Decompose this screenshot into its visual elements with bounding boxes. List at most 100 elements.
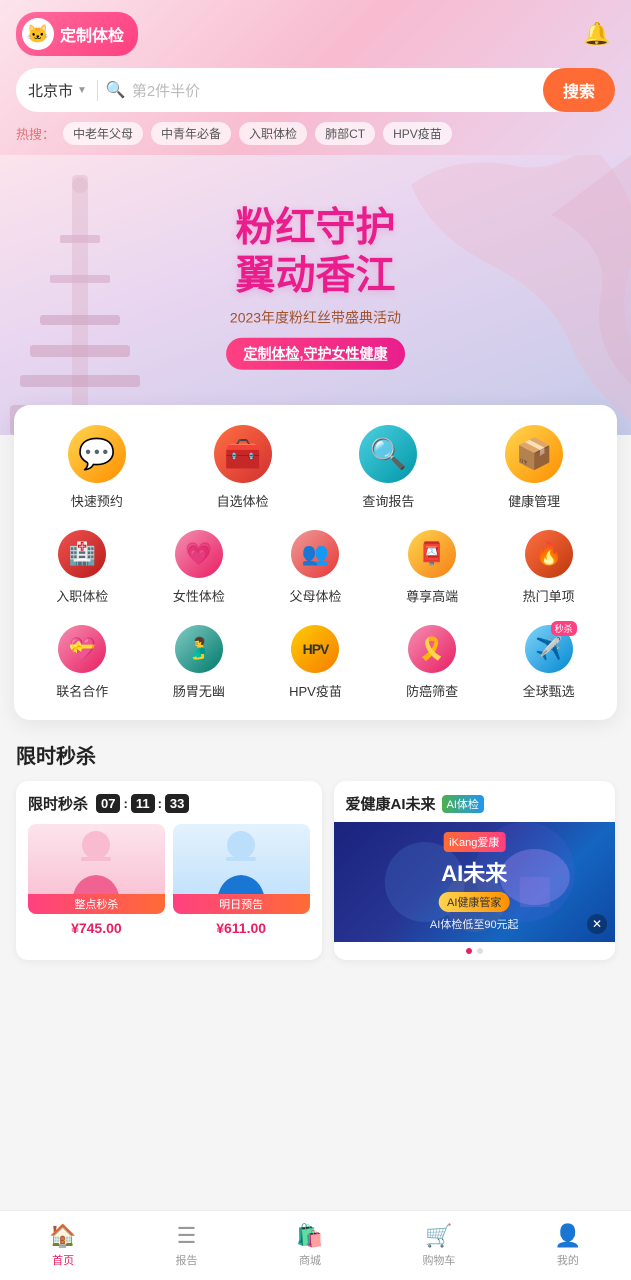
- banner-title-2: 翼动香江: [226, 252, 406, 300]
- stomach-label: 肠胃无幽: [173, 681, 225, 700]
- product-image-female: 整点秒杀: [28, 824, 165, 914]
- query-report-icon: 🔍: [359, 425, 417, 483]
- parents-exam-label: 父母体检: [289, 586, 341, 605]
- partner-label: 联名合作: [56, 681, 108, 700]
- city-selector[interactable]: 北京市 ▼: [28, 80, 98, 101]
- menu-item-global[interactable]: ✈️ 秒杀 全球甄选: [509, 625, 589, 700]
- menu-row-3: 💝 联名合作 🫃 肠胃无幽 HPV HPV疫苗 🎗️ 防癌筛查 ✈️ 秒杀 全球…: [24, 625, 607, 700]
- nav-item-cart[interactable]: 🛒 购物车: [406, 1215, 471, 1276]
- timer-minutes: 11: [131, 794, 155, 813]
- hot-search-label: 热搜：: [16, 124, 55, 143]
- flash-sale-grid: 限时秒杀 07 : 11 : 33 整点秒杀 ¥: [0, 781, 631, 980]
- banner-title-1: 粉红守护: [226, 204, 406, 252]
- timer-seconds: 33: [165, 794, 189, 813]
- nav-home-label: 首页: [52, 1252, 74, 1268]
- search-placeholder: 第2件半价: [132, 80, 200, 101]
- dot-2: [477, 948, 483, 954]
- partner-icon: 💝: [58, 625, 106, 673]
- ai-badge: AI体检: [442, 795, 484, 813]
- quick-book-label: 快速预约: [71, 491, 123, 510]
- product-item-male[interactable]: 明日预告 ¥611.00: [173, 824, 310, 936]
- health-mgmt-label: 健康管理: [508, 491, 560, 510]
- product-price-female: ¥745.00: [28, 920, 165, 936]
- tower-decoration: [0, 175, 160, 435]
- parents-exam-icon: 👥: [291, 530, 339, 578]
- stomach-icon: 🫃: [175, 625, 223, 673]
- global-icon: ✈️ 秒杀: [525, 625, 573, 673]
- hot-items-icon: 🔥: [525, 530, 573, 578]
- report-icon: ☰: [177, 1223, 197, 1249]
- ai-dots: [334, 942, 616, 960]
- quick-book-icon: 💬: [68, 425, 126, 483]
- ribbon-decoration: [391, 155, 631, 435]
- hot-tag-4[interactable]: HPV疫苗: [383, 122, 452, 145]
- city-name: 北京市: [28, 80, 73, 101]
- ai-card: 爱健康AI未来 AI体检 iKang爱康 AI未来 AI健康管家 AI体检低至9…: [334, 781, 616, 960]
- work-exam-label: 入职体检: [56, 586, 108, 605]
- menu-item-query-report[interactable]: 🔍 查询报告: [348, 425, 428, 510]
- flash-card-header: 限时秒杀 07 : 11 : 33: [28, 793, 310, 814]
- menu-row-main: 💬 快速预约 🧰 自选体检 🔍 查询报告 📦 健康管理: [24, 425, 607, 510]
- product-badge-male: 明日预告: [173, 894, 310, 914]
- work-exam-icon: 🏥: [58, 530, 106, 578]
- logo-text: 定制体检: [60, 22, 124, 46]
- vip-exam-label: 尊享高端: [406, 586, 458, 605]
- global-badge: 秒杀: [551, 621, 577, 636]
- menu-item-work-exam[interactable]: 🏥 入职体检: [42, 530, 122, 605]
- menu-item-partner[interactable]: 💝 联名合作: [42, 625, 122, 700]
- menu-item-hpv[interactable]: HPV HPV疫苗: [275, 625, 355, 700]
- ai-text-overlay: iKang爱康 AI未来 AI健康管家 AI体检低至90元起: [430, 832, 519, 932]
- cancer-icon: 🎗️: [408, 625, 456, 673]
- menu-item-parents-exam[interactable]: 👥 父母体检: [275, 530, 355, 605]
- female-exam-icon: 💗: [175, 530, 223, 578]
- ai-promo: AI体检低至90元起: [430, 916, 519, 932]
- timer-area: 07 : 11 : 33: [96, 794, 189, 813]
- header-top: 🐱 定制体检 🔔: [16, 12, 615, 56]
- menu-item-cancer[interactable]: 🎗️ 防癌筛查: [392, 625, 472, 700]
- banner: 粉红守护 翼动香江 2023年度粉红丝带盛典活动 定制体检,守护女性健康: [0, 155, 631, 435]
- nav-item-mine[interactable]: 👤 我的: [538, 1215, 597, 1276]
- cancer-label: 防癌筛查: [406, 681, 458, 700]
- hot-tag-2[interactable]: 入职体检: [239, 122, 307, 145]
- product-item-female[interactable]: 整点秒杀 ¥745.00: [28, 824, 165, 936]
- nav-mine-label: 我的: [557, 1252, 579, 1268]
- banner-content: 粉红守护 翼动香江 2023年度粉红丝带盛典活动 定制体检,守护女性健康: [226, 204, 406, 370]
- dot-1: [466, 948, 472, 954]
- product-badge-female: 整点秒杀: [28, 894, 165, 914]
- hot-tag-3[interactable]: 肺部CT: [315, 122, 375, 145]
- search-bar: 北京市 ▼ 🔍 第2件半价 搜索: [16, 68, 615, 112]
- chevron-down-icon: ▼: [77, 85, 87, 96]
- hot-tag-1[interactable]: 中青年必备: [151, 122, 231, 145]
- flash-sale-title: 限时秒杀: [0, 720, 631, 781]
- menu-item-female-exam[interactable]: 💗 女性体检: [159, 530, 239, 605]
- search-icon: 🔍: [106, 80, 126, 100]
- close-button[interactable]: ✕: [587, 914, 607, 934]
- hot-tag-0[interactable]: 中老年父母: [63, 122, 143, 145]
- logo-area[interactable]: 🐱 定制体检: [16, 12, 138, 56]
- menu-item-health-mgmt[interactable]: 📦 健康管理: [494, 425, 574, 510]
- menu-item-stomach[interactable]: 🫃 肠胃无幽: [159, 625, 239, 700]
- nav-item-home[interactable]: 🏠 首页: [33, 1215, 92, 1276]
- menu-item-quick-book[interactable]: 💬 快速预约: [57, 425, 137, 510]
- banner-subtitle: 2023年度粉红丝带盛典活动: [226, 308, 406, 328]
- bell-icon[interactable]: 🔔: [579, 16, 615, 52]
- header: 🐱 定制体检 🔔 北京市 ▼ 🔍 第2件半价 搜索 热搜： 中老年父母 中青年必…: [0, 0, 631, 155]
- custom-exam-icon: 🧰: [214, 425, 272, 483]
- banner-badge[interactable]: 定制体检,守护女性健康: [226, 338, 406, 370]
- hot-items-label: 热门单项: [523, 586, 575, 605]
- product-image-male: 明日预告: [173, 824, 310, 914]
- nav-item-report[interactable]: ☰ 报告: [160, 1215, 214, 1276]
- bottom-nav: 🏠 首页 ☰ 报告 🛍️ 商城 🛒 购物车 👤 我的: [0, 1210, 631, 1280]
- menu-item-custom-exam[interactable]: 🧰 自选体检: [203, 425, 283, 510]
- female-exam-label: 女性体检: [173, 586, 225, 605]
- search-input-area: 🔍 第2件半价: [106, 80, 535, 101]
- timer-sep-2: :: [158, 796, 162, 811]
- menu-row-2: 🏥 入职体检 💗 女性体检 👥 父母体检 📮 尊享高端 🔥 热门单项: [24, 530, 607, 605]
- menu-item-hot-items[interactable]: 🔥 热门单项: [509, 530, 589, 605]
- search-button[interactable]: 搜索: [543, 68, 615, 112]
- mine-icon: 👤: [554, 1223, 581, 1249]
- nav-item-shop[interactable]: 🛍️ 商城: [280, 1215, 339, 1276]
- ai-card-title: 爱健康AI未来: [346, 793, 436, 814]
- products-row: 整点秒杀 ¥745.00 明日预告 ¥611.00: [28, 824, 310, 936]
- menu-item-vip-exam[interactable]: 📮 尊享高端: [392, 530, 472, 605]
